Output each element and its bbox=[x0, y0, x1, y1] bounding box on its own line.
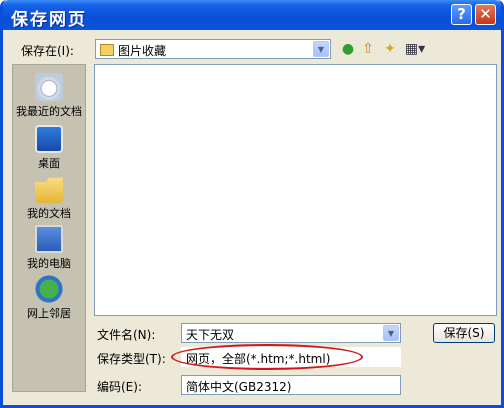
save-in-combo[interactable]: 图片收藏 ▼ bbox=[95, 39, 331, 59]
place-label: 我的文档 bbox=[27, 207, 71, 220]
title-bar[interactable]: 保存网页 ? ✕ bbox=[3, 0, 501, 30]
chevron-down-icon[interactable]: ▼ bbox=[383, 325, 399, 341]
help-button[interactable]: ? bbox=[451, 4, 472, 25]
new-folder-icon[interactable]: ✦ bbox=[381, 40, 399, 58]
save-in-value: 图片收藏 bbox=[118, 44, 167, 58]
place-network[interactable]: 网上邻居 bbox=[13, 275, 85, 321]
highlight-ellipse bbox=[171, 344, 363, 370]
place-my-documents[interactable]: 我的文档 bbox=[13, 175, 85, 221]
save-type-label: 保存类型(T): bbox=[97, 352, 166, 366]
views-menu-icon[interactable]: ▦▾ bbox=[403, 40, 427, 58]
file-name-label: 文件名(N): bbox=[97, 328, 156, 342]
my-documents-icon bbox=[35, 177, 63, 203]
close-button[interactable]: ✕ bbox=[475, 4, 496, 25]
place-my-computer[interactable]: 我的电脑 bbox=[13, 225, 85, 271]
recent-documents-icon bbox=[35, 73, 63, 101]
network-places-icon bbox=[35, 275, 63, 303]
encoding-value: 简体中文(GB2312) bbox=[186, 380, 292, 394]
places-bar: 我最近的文档 桌面 我的文档 我的电脑 网上邻居 bbox=[12, 64, 86, 392]
back-arrow-icon[interactable]: ● bbox=[339, 40, 357, 58]
my-computer-icon bbox=[35, 225, 63, 253]
save-button[interactable]: 保存(S) bbox=[433, 323, 495, 343]
place-recent-documents[interactable]: 我最近的文档 bbox=[13, 73, 85, 119]
save-dialog: 保存网页 ? ✕ 保存在(I): 图片收藏 ▼ ● ⇧ ✦ ▦▾ 我最近的文档 … bbox=[0, 0, 504, 408]
place-label: 我最近的文档 bbox=[16, 105, 82, 118]
chevron-down-icon[interactable]: ▼ bbox=[313, 41, 329, 57]
save-in-label: 保存在(I): bbox=[21, 44, 74, 58]
place-desktop[interactable]: 桌面 bbox=[13, 125, 85, 171]
dialog-title: 保存网页 bbox=[11, 10, 87, 30]
place-label: 网上邻居 bbox=[27, 307, 71, 320]
desktop-icon bbox=[35, 125, 63, 153]
place-label: 桌面 bbox=[38, 157, 60, 170]
file-name-field[interactable]: 天下无双 ▼ bbox=[181, 323, 401, 343]
up-folder-icon[interactable]: ⇧ bbox=[359, 40, 377, 58]
encoding-field[interactable]: 简体中文(GB2312) bbox=[181, 375, 401, 395]
file-list[interactable] bbox=[94, 64, 497, 316]
encoding-label: 编码(E): bbox=[97, 380, 142, 394]
place-label: 我的电脑 bbox=[27, 257, 71, 270]
folder-icon bbox=[100, 44, 114, 56]
file-name-value: 天下无双 bbox=[186, 328, 235, 342]
